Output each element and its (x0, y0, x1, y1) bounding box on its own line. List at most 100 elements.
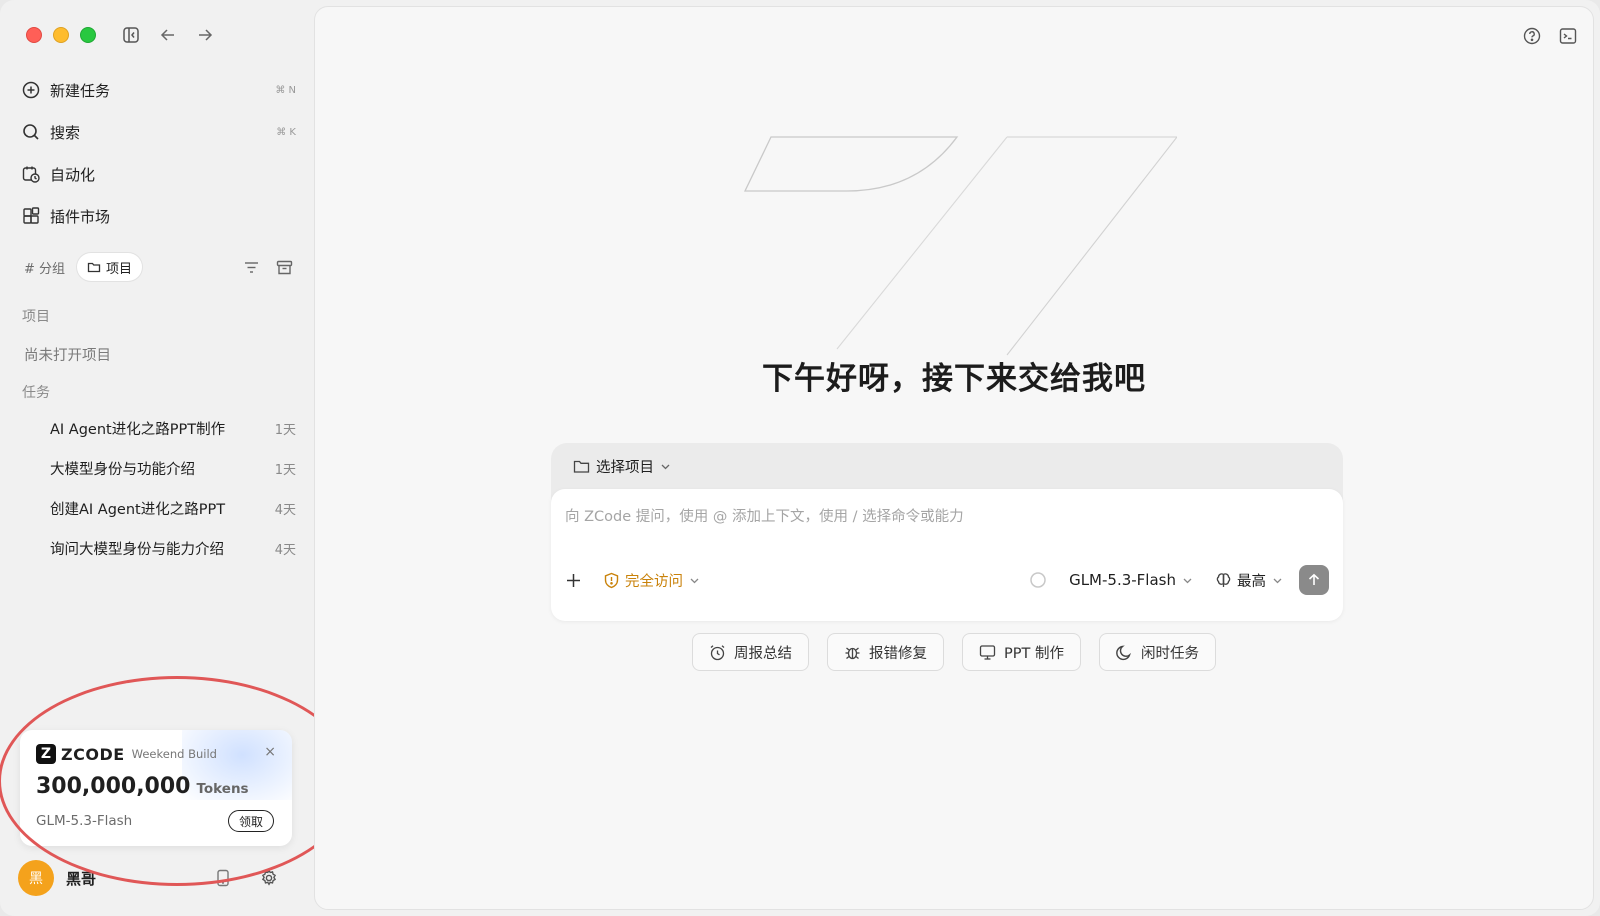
nav-automation[interactable]: 自动化 (20, 158, 296, 190)
segment-project[interactable]: 项目 (77, 253, 143, 281)
quick-action-idle-task[interactable]: 闲时任务 (1098, 633, 1216, 671)
task-title: AI Agent进化之路PPT制作 (50, 421, 226, 438)
nav-plugin-market[interactable]: 插件市场 (20, 200, 296, 232)
nav-label: 自动化 (50, 165, 96, 184)
shortcut-hint: ⌘ N (275, 84, 296, 96)
plus-circle-icon (20, 79, 42, 101)
folder-icon (87, 260, 101, 274)
view-segmented-control: # 分组 项目 (14, 252, 143, 282)
zcode-logo: Z ZCODE Weekend Build (36, 744, 217, 764)
sidebar: 新建任务 ⌘ N 搜索 ⌘ K 自动化 插件市场 # 分组 项目 项目 尚未打开… (0, 0, 356, 916)
status-circle-icon (1029, 571, 1047, 589)
chip-label: PPT 制作 (1004, 645, 1064, 662)
user-name: 黑哥 (66, 869, 97, 888)
archive-icon[interactable] (273, 256, 295, 278)
app-window: 新建任务 ⌘ N 搜索 ⌘ K 自动化 插件市场 # 分组 项目 项目 尚未打开… (0, 0, 1600, 916)
promo-amount: 300,000,000 Tokens (36, 774, 249, 799)
task-item[interactable]: 询问大模型身份与能力介绍 4天 (50, 533, 296, 563)
project-select-dropdown[interactable]: 选择项目 (573, 451, 671, 481)
nav-search[interactable]: 搜索 ⌘ K (20, 116, 296, 148)
folder-icon (573, 459, 590, 474)
segment-label: 项目 (106, 261, 133, 277)
nav-label: 搜索 (50, 123, 81, 142)
promo-subtitle: Weekend Build (131, 747, 217, 761)
alarm-clock-icon (709, 644, 726, 661)
shield-icon (604, 572, 619, 589)
promo-token-unit: Tokens (196, 781, 249, 797)
filter-icon[interactable] (240, 256, 262, 278)
permission-dropdown[interactable]: 完全访问 (604, 570, 700, 591)
quick-actions: 周报总结 报错修复 PPT 制作 闲时任务 (315, 633, 1593, 671)
main-panel: 下午好呀，接下来交给我吧 选择项目 向 ZCode 提问，使用 @ 添加上下文，… (314, 6, 1594, 910)
prompt-composer: 向 ZCode 提问，使用 @ 添加上下文，使用 / 选择命令或能力 完全访问 … (551, 489, 1343, 621)
chip-label: 闲时任务 (1140, 645, 1199, 662)
task-title: 询问大模型身份与能力介绍 (50, 541, 224, 558)
brain-icon (1215, 572, 1232, 589)
no-project-text: 尚未打开项目 (24, 348, 111, 364)
promo-close-button[interactable]: × (264, 744, 276, 760)
promo-brand: ZCODE (61, 744, 125, 764)
send-button[interactable] (1299, 565, 1329, 595)
nav-new-task[interactable]: 新建任务 ⌘ N (20, 74, 296, 106)
calendar-clock-icon (20, 163, 42, 185)
minimize-window-button[interactable] (53, 27, 69, 43)
task-age: 1天 (274, 462, 296, 478)
shortcut-hint: ⌘ K (276, 126, 296, 138)
projects-section-label: 项目 (22, 309, 50, 325)
permission-label: 完全访问 (625, 573, 683, 590)
sidebar-toggle-icon[interactable] (120, 24, 142, 46)
chevron-down-icon (1272, 575, 1283, 586)
back-arrow-icon[interactable] (157, 24, 179, 46)
prompt-input[interactable]: 向 ZCode 提问，使用 @ 添加上下文，使用 / 选择命令或能力 (565, 505, 964, 526)
help-icon[interactable] (1521, 25, 1543, 47)
task-age: 4天 (274, 502, 296, 518)
add-attachment-icon[interactable] (565, 572, 582, 589)
background-logo-graphic (743, 136, 1177, 356)
composer-container: 选择项目 向 ZCode 提问，使用 @ 添加上下文，使用 / 选择命令或能力 … (551, 443, 1343, 621)
task-age: 1天 (274, 422, 296, 438)
quick-action-bug-fix[interactable]: 报错修复 (827, 633, 945, 671)
task-item[interactable]: 大模型身份与功能介绍 1天 (50, 453, 296, 483)
promo-model: GLM-5.3-Flash (36, 813, 133, 829)
composer-toolbar: 完全访问 GLM-5.3-Flash 最高 (565, 562, 1329, 598)
segment-group[interactable]: # 分组 (14, 253, 75, 281)
terminal-icon[interactable] (1557, 25, 1579, 47)
chevron-down-icon (660, 461, 671, 472)
nav-label: 插件市场 (50, 207, 111, 226)
bug-icon (844, 644, 861, 661)
quick-action-ppt[interactable]: PPT 制作 (962, 633, 1081, 671)
greeting-title: 下午好呀，接下来交给我吧 (762, 361, 1146, 397)
chevron-down-icon (1182, 575, 1193, 586)
task-title: 大模型身份与功能介绍 (50, 461, 195, 478)
task-age: 4天 (274, 542, 296, 558)
zcode-logo-icon: Z (36, 744, 56, 764)
arrow-up-icon (1307, 573, 1321, 587)
project-select-label: 选择项目 (596, 459, 654, 476)
reasoning-level-dropdown[interactable]: 最高 (1215, 570, 1283, 591)
zoom-window-button[interactable] (80, 27, 96, 43)
task-title: 创建AI Agent进化之路PPT (50, 501, 226, 518)
nav-label: 新建任务 (50, 81, 111, 100)
promo-claim-button[interactable]: 领取 (227, 810, 274, 832)
user-bar: 黑 黑哥 (18, 860, 298, 896)
task-item[interactable]: 创建AI Agent进化之路PPT 4天 (50, 493, 296, 523)
chip-label: 周报总结 (734, 645, 793, 662)
settings-gear-icon[interactable] (260, 869, 278, 887)
mobile-device-icon[interactable] (216, 869, 230, 887)
presentation-icon (979, 644, 996, 661)
promo-token-count: 300,000,000 (36, 774, 191, 799)
close-window-button[interactable] (26, 27, 42, 43)
chevron-down-icon (689, 575, 700, 586)
moon-icon (1116, 644, 1133, 661)
promo-card: Z ZCODE Weekend Build × 300,000,000 Toke… (20, 730, 292, 846)
quick-action-weekly-report[interactable]: 周报总结 (692, 633, 810, 671)
model-dropdown[interactable]: GLM-5.3-Flash (1029, 571, 1193, 589)
model-label: GLM-5.3-Flash (1069, 571, 1176, 589)
avatar[interactable]: 黑 (18, 860, 54, 896)
tasks-section-label: 任务 (22, 385, 50, 401)
forward-arrow-icon[interactable] (194, 24, 216, 46)
task-item[interactable]: AI Agent进化之路PPT制作 1天 (50, 413, 296, 443)
level-label: 最高 (1237, 573, 1266, 590)
chip-label: 报错修复 (869, 645, 928, 662)
search-icon (20, 121, 42, 143)
